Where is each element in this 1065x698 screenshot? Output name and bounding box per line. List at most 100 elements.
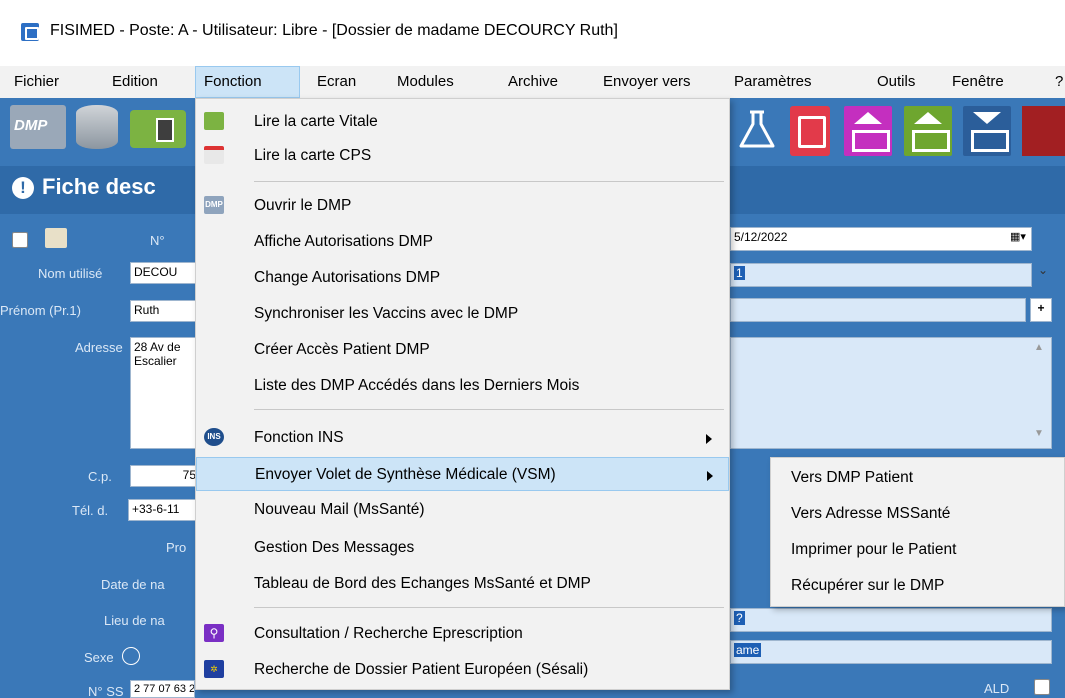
submenu-arrow-icon [707, 471, 713, 481]
menu-item-gestion-messages[interactable]: Gestion Des Messages [196, 531, 729, 565]
app-icon [21, 23, 39, 41]
menu-archive[interactable]: Archive [508, 73, 558, 90]
menu-item-lire-carte-cps[interactable]: Lire la carte CPS [196, 139, 729, 173]
label-no: N° [150, 233, 165, 248]
menu-fonction-label: Fonction [204, 73, 262, 90]
fonction-dropdown-menu: Lire la carte Vitale Lire la carte CPS D… [195, 98, 730, 690]
flask-icon[interactable] [735, 108, 779, 152]
right-select-3[interactable]: ame [730, 640, 1052, 664]
date-value: 5/12/2022 [734, 230, 788, 244]
menu-fenetre[interactable]: Fenêtre [952, 73, 1004, 90]
label-date-naissance: Date de na [101, 577, 165, 592]
menu-item-nouveau-mail[interactable]: Nouveau Mail (MsSanté) [196, 493, 729, 527]
vitale-card-icon[interactable] [130, 110, 186, 148]
menu-outils[interactable]: Outils [877, 73, 915, 90]
menu-item-label: Créer Accès Patient DMP [254, 341, 430, 358]
edit-icon[interactable] [45, 228, 67, 248]
tel-field[interactable]: +33-6-11 [128, 499, 200, 521]
right-textarea[interactable] [730, 337, 1052, 449]
info-icon: ! [12, 177, 34, 199]
label-tel: Tél. d. [72, 503, 109, 518]
label-prenom: Prénom (Pr.1) [0, 303, 81, 318]
menu-item-tableau-de-bord[interactable]: Tableau de Bord des Echanges MsSanté et … [196, 567, 729, 601]
prenom-field[interactable]: Ruth [130, 300, 200, 322]
dmp-icon: DMP [204, 196, 224, 214]
menu-ecran[interactable]: Ecran [317, 73, 356, 90]
menu-item-consultation-eprescription[interactable]: ⚲ Consultation / Recherche Eprescription [196, 617, 729, 651]
menu-separator [254, 607, 724, 608]
document-icon[interactable] [790, 106, 830, 156]
scroll-up-icon[interactable]: ▲ [1034, 342, 1044, 353]
window-title: FISIMED - Poste: A - Utilisateur: Libre … [50, 22, 618, 39]
menu-item-label: Synchroniser les Vaccins avec le DMP [254, 305, 519, 322]
title-bar: FISIMED - Poste: A - Utilisateur: Libre … [0, 0, 1065, 66]
add-button[interactable]: + [1030, 298, 1052, 322]
right-select-1-value: 1 [734, 266, 745, 280]
menu-item-label: Change Autorisations DMP [254, 269, 441, 286]
label-pro: Pro [166, 540, 187, 555]
nss-field[interactable]: 2 77 07 63 220 829 10 [130, 680, 195, 698]
label-sexe: Sexe [84, 650, 114, 665]
adresse-field[interactable]: 28 Av de Escalier [130, 337, 200, 449]
menu-modules[interactable]: Modules [397, 73, 454, 90]
calendar-icon[interactable]: ▦▾ [1010, 230, 1026, 243]
menu-item-creer-acces[interactable]: Créer Accès Patient DMP [196, 333, 729, 367]
menu-item-ouvrir-dmp[interactable]: DMP Ouvrir le DMP [196, 189, 729, 223]
submenu-item-imprimer[interactable]: Imprimer pour le Patient [791, 541, 956, 559]
select-checkbox[interactable] [12, 232, 28, 248]
menu-envoyer-vers[interactable]: Envoyer vers [603, 73, 691, 90]
menu-item-label: Consultation / Recherche Eprescription [254, 625, 523, 642]
right-select-1[interactable]: 1 [730, 263, 1032, 287]
database-icon[interactable] [76, 105, 118, 149]
ins-icon: INS [204, 428, 224, 446]
menu-item-change-autorisations[interactable]: Change Autorisations DMP [196, 261, 729, 295]
label-ald: ALD [984, 681, 1010, 696]
menu-separator [254, 181, 724, 182]
label-nom: Nom utilisé [38, 266, 103, 281]
menu-item-label: Gestion Des Messages [254, 539, 415, 556]
inbox-up-icon[interactable] [844, 106, 892, 156]
chevron-down-icon[interactable]: ⌄ [1038, 263, 1048, 277]
menu-bar: Fichier Edition Ecran Modules Archive En… [0, 66, 1065, 98]
menu-item-label: Envoyer Volet de Synthèse Médicale (VSM) [255, 466, 556, 483]
label-cp: C.p. [88, 469, 112, 484]
menu-item-envoyer-vsm[interactable]: Envoyer Volet de Synthèse Médicale (VSM) [196, 457, 729, 491]
menu-edition[interactable]: Edition [112, 73, 158, 90]
menu-help[interactable]: ? [1055, 73, 1063, 90]
sexe-radio[interactable] [122, 647, 140, 665]
menu-item-liste-dmp[interactable]: Liste des DMP Accédés dans les Derniers … [196, 369, 729, 403]
search-icon: ⚲ [204, 624, 224, 642]
menu-item-lire-carte-vitale[interactable]: Lire la carte Vitale [196, 105, 729, 139]
right-select-3-value: ame [734, 643, 762, 657]
submenu-item-recuperer[interactable]: Récupérer sur le DMP [791, 577, 944, 595]
cp-field[interactable]: 75 [130, 465, 200, 487]
adresse-line1: 28 Av de [134, 340, 181, 354]
scroll-down-icon[interactable]: ▼ [1034, 428, 1044, 439]
submenu-item-vers-mssante[interactable]: Vers Adresse MSSanté [791, 505, 950, 523]
menu-item-synchroniser-vaccins[interactable]: Synchroniser les Vaccins avec le DMP [196, 297, 729, 331]
nom-field[interactable]: DECOU [130, 262, 200, 284]
right-select-2[interactable]: ? [730, 608, 1052, 632]
vsm-submenu: Vers DMP Patient Vers Adresse MSSanté Im… [770, 457, 1065, 607]
submenu-item-vers-dmp[interactable]: Vers DMP Patient [791, 469, 913, 487]
ald-checkbox[interactable] [1034, 679, 1050, 695]
menu-item-label: Affiche Autorisations DMP [254, 233, 433, 250]
date-field[interactable]: 5/12/2022 [730, 227, 1032, 251]
dmp-icon-label: DMP [14, 117, 48, 134]
menu-fichier[interactable]: Fichier [14, 73, 59, 90]
menu-item-label: Fonction INS [254, 429, 344, 446]
eu-flag-icon: ✲ [204, 660, 224, 678]
right-field-2[interactable] [730, 298, 1026, 322]
menu-fonction[interactable]: Fonction [195, 66, 300, 98]
menu-item-affiche-autorisations[interactable]: Affiche Autorisations DMP [196, 225, 729, 259]
menu-item-recherche-dossier-europeen[interactable]: ✲ Recherche de Dossier Patient Européen … [196, 653, 729, 687]
menu-item-fonction-ins[interactable]: INS Fonction INS [196, 421, 729, 455]
label-lieu-naissance: Lieu de na [104, 613, 165, 628]
menu-item-label: Tableau de Bord des Echanges MsSanté et … [254, 575, 591, 592]
inbox-down-icon[interactable] [963, 106, 1011, 156]
menu-item-label: Ouvrir le DMP [254, 197, 352, 214]
dmp-icon[interactable]: DMP [10, 105, 66, 149]
inbox-up-green-icon[interactable] [904, 106, 952, 156]
book-icon[interactable] [1022, 106, 1065, 156]
menu-parametres[interactable]: Paramètres [734, 73, 812, 90]
